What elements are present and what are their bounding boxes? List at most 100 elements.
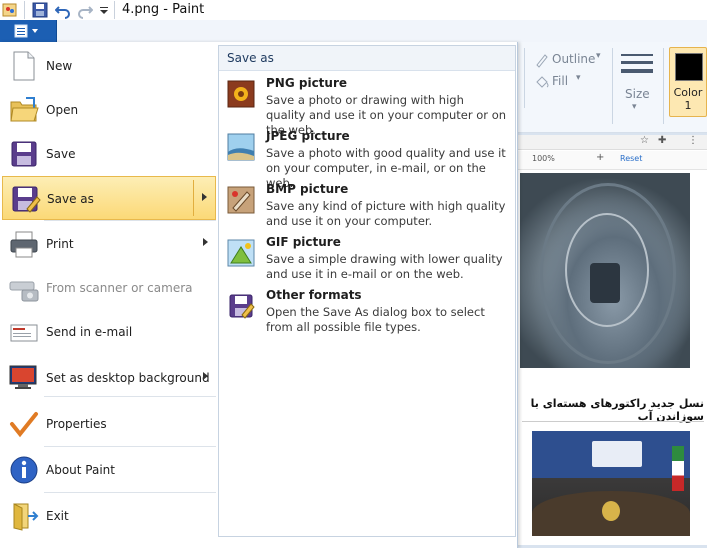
menu-item-save[interactable]: Save: [2, 132, 216, 176]
redo-icon[interactable]: [77, 1, 93, 19]
gif-picture-title: GIF picture: [266, 235, 341, 249]
scanner-camera-icon: [9, 281, 39, 302]
menu-item-save-as-label: Save as: [47, 192, 94, 206]
reactor-photo: [520, 173, 690, 368]
save-as-submenu-header: Save as: [219, 46, 515, 71]
ribbon-divider: [524, 48, 525, 108]
save-as-submenu-arrow-icon[interactable]: [202, 193, 207, 201]
size-label[interactable]: Size: [625, 87, 650, 101]
png-picture-title: PNG picture: [266, 76, 348, 90]
file-menu-icon: [14, 24, 38, 38]
paint-app-icon: [2, 3, 17, 17]
color1-swatch: [675, 53, 703, 81]
paint-canvas-area[interactable]: ☆ ✚ ⋮ 100% + Reset نسل جدید راکتورهای هس…: [518, 133, 707, 548]
color1-label-line2: 1: [684, 99, 692, 112]
save-as-icon: [12, 186, 41, 213]
jpeg-picture-title: JPEG picture: [266, 129, 350, 143]
open-folder-icon: [10, 97, 39, 122]
bmp-picture-title: BMP picture: [266, 182, 349, 196]
embedded-puzzle-icon: ✚: [658, 135, 667, 146]
save-as-submenu: Save as PNG picture Save a photo or draw…: [218, 45, 516, 537]
fill-icon[interactable]: [534, 74, 550, 90]
menu-item-desktop-background-label: Set as desktop background: [46, 371, 210, 385]
menu-item-new[interactable]: New: [2, 44, 216, 88]
file-menu-button[interactable]: [0, 20, 57, 42]
meeting-photo: [532, 431, 690, 536]
menu-separator: [44, 446, 216, 447]
menu-item-print-label: Print: [46, 237, 74, 251]
customize-toolbar-icon[interactable]: [98, 1, 110, 19]
quick-save-icon[interactable]: [32, 1, 48, 19]
menu-item-about[interactable]: About Paint: [2, 448, 216, 492]
bmp-picture-icon: [227, 186, 255, 214]
about-info-icon: [10, 456, 38, 484]
jpeg-picture-icon: [227, 133, 255, 161]
menu-item-send-email[interactable]: Send in e-mail: [2, 310, 216, 354]
title-separator: [24, 1, 25, 19]
embedded-star-icon: ☆: [640, 135, 649, 146]
other-formats-title: Other formats: [266, 288, 362, 302]
title-bar: 4.png - Paint: [0, 0, 707, 21]
other-formats-icon: [229, 294, 255, 319]
menu-item-open-label: Open: [46, 103, 79, 117]
menu-item-properties-label: Properties: [46, 417, 107, 431]
other-formats-description: Open the Save As dialog box to select fr…: [266, 305, 485, 334]
window-title: 4.png - Paint: [122, 2, 205, 17]
save-as-png-option[interactable]: PNG picture Save a photo or drawing with…: [223, 76, 511, 137]
desktop-background-submenu-arrow-icon[interactable]: [203, 372, 208, 380]
menu-item-about-label: About Paint: [46, 463, 115, 477]
save-as-other-formats-option[interactable]: Other formats Open the Save As dialog bo…: [223, 288, 511, 340]
desktop-background-icon: [9, 365, 37, 389]
fill-dropdown-icon[interactable]: ▾: [576, 73, 581, 83]
embedded-zoom-bar: 100% + Reset: [518, 151, 707, 170]
exit-icon: [13, 503, 39, 531]
menu-item-exit-label: Exit: [46, 509, 69, 523]
size-icon[interactable]: [620, 52, 654, 80]
menu-item-from-scanner-label: From scanner or camera: [46, 281, 193, 295]
undo-icon[interactable]: [55, 1, 71, 19]
save-disk-icon: [11, 141, 37, 167]
gif-picture-description: Save a simple drawing with lower quality…: [266, 252, 503, 281]
file-menu-commands: New Open Save Save as Print From scanner…: [0, 42, 218, 548]
ribbon-divider-3: [663, 48, 664, 124]
ribbon-home-panel: Outline ▾ Fill ▾ Size ▾ Color 1: [518, 42, 707, 133]
menu-separator: [44, 220, 216, 221]
ribbon-divider-2: [612, 48, 613, 124]
title-separator-2: [114, 1, 115, 19]
outline-icon[interactable]: [534, 52, 550, 68]
menu-item-new-label: New: [46, 59, 73, 73]
outline-dropdown-icon[interactable]: ▾: [596, 51, 601, 61]
color1-label: Color 1: [670, 86, 706, 112]
file-menu: New Open Save Save as Print From scanner…: [0, 42, 518, 548]
bmp-picture-description: Save any kind of picture with high quali…: [266, 199, 506, 228]
color1-label-line1: Color: [673, 86, 703, 99]
properties-checkmark-icon: [10, 412, 38, 438]
size-dropdown-icon[interactable]: ▾: [632, 102, 637, 112]
headline-divider: [522, 421, 704, 422]
menu-item-send-email-label: Send in e-mail: [46, 325, 133, 339]
menu-item-save-as[interactable]: Save as: [2, 176, 216, 220]
save-as-split-divider: [193, 180, 194, 216]
new-document-icon: [13, 51, 35, 81]
embedded-headline: نسل جدید راکتورهای هسته‌ای با سوزاندن آب: [530, 397, 704, 423]
menu-item-properties[interactable]: Properties: [2, 402, 216, 446]
embedded-zoom-plus-icon: +: [596, 152, 605, 163]
menu-item-desktop-background[interactable]: Set as desktop background: [2, 356, 216, 400]
save-as-bmp-option[interactable]: BMP picture Save any kind of picture wit…: [223, 182, 511, 234]
menu-item-print[interactable]: Print: [2, 222, 216, 266]
embedded-browser-toolbar: ☆ ✚ ⋮: [518, 135, 707, 150]
save-as-submenu-title: Save as: [227, 51, 274, 65]
menu-item-from-scanner[interactable]: From scanner or camera: [2, 266, 216, 310]
print-submenu-arrow-icon[interactable]: [203, 238, 208, 246]
embedded-zoom-text: 100%: [532, 154, 555, 163]
menu-separator: [44, 492, 216, 493]
gif-picture-icon: [227, 239, 255, 267]
save-as-gif-option[interactable]: GIF picture Save a simple drawing with l…: [223, 235, 511, 287]
color1-button[interactable]: Color 1: [669, 47, 707, 117]
menu-item-open[interactable]: Open: [2, 88, 216, 132]
fill-label[interactable]: Fill: [552, 74, 568, 88]
png-picture-icon: [227, 80, 255, 108]
save-as-jpeg-option[interactable]: JPEG picture Save a photo with good qual…: [223, 129, 511, 190]
outline-label[interactable]: Outline: [552, 52, 595, 66]
menu-item-exit[interactable]: Exit: [2, 494, 216, 538]
